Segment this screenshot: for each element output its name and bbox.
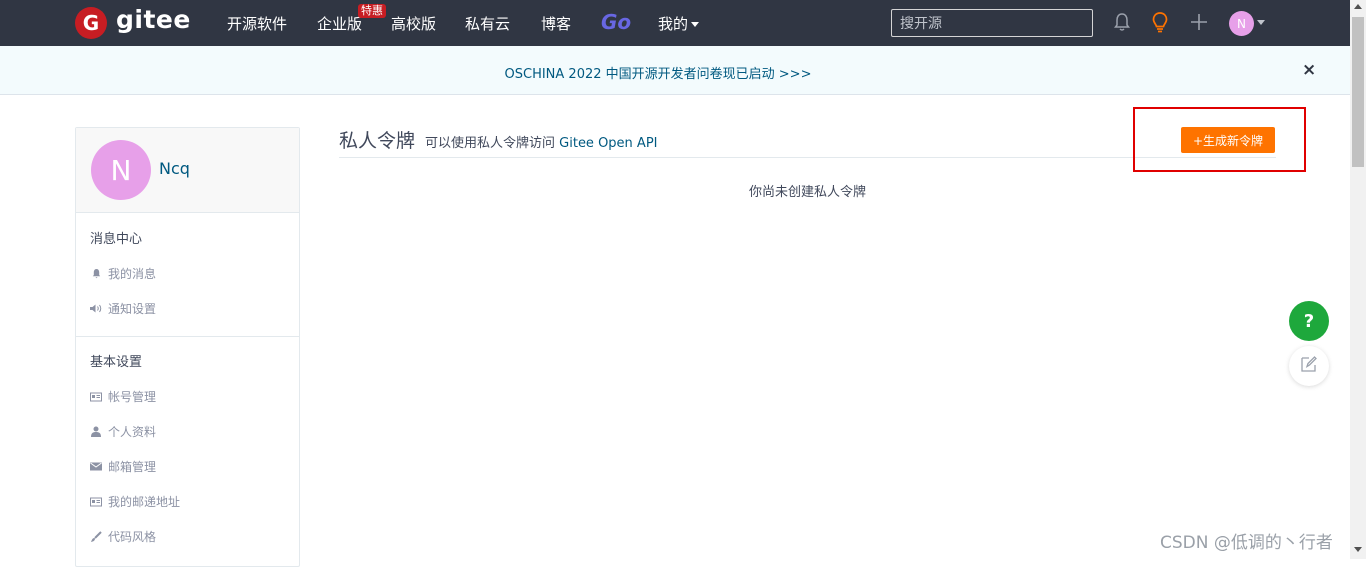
top-navbar: G gitee 开源软件 企业版 特惠 高校版 私有云 博客 Go 我的 N (0, 0, 1350, 46)
user-icon (89, 426, 103, 438)
generate-token-button[interactable]: +生成新令牌 (1181, 127, 1275, 153)
profile-avatar[interactable]: N (91, 140, 151, 200)
help-button[interactable]: ? (1289, 301, 1329, 341)
gitee-logo-text[interactable]: gitee (116, 5, 191, 34)
sidebar-item-label: 我的消息 (108, 267, 157, 281)
address-card-icon (89, 496, 103, 508)
gitee-open-api-link[interactable]: Gitee Open API (559, 136, 657, 151)
nav-private-cloud[interactable]: 私有云 (465, 13, 510, 34)
feedback-button[interactable] (1289, 346, 1329, 386)
sidebar-item-notification-settings[interactable]: 通知设置 (89, 300, 156, 317)
nav-university[interactable]: 高校版 (391, 13, 436, 34)
bell-icon (89, 268, 103, 280)
settings-sidebar: N Ncq 消息中心 我的消息 通知设置 基本设置 帐号管理 个人资料 邮箱管理 (75, 127, 300, 567)
nav-mine-dropdown[interactable]: 我的 (658, 13, 700, 34)
sidebar-item-label: 帐号管理 (108, 390, 157, 404)
scroll-down-arrow-icon[interactable] (1354, 547, 1362, 552)
scroll-up-arrow-icon[interactable] (1354, 4, 1362, 9)
sidebar-divider (76, 336, 299, 337)
profile-username[interactable]: Ncq (159, 159, 190, 178)
envelope-icon (89, 461, 103, 473)
sidebar-item-account[interactable]: 帐号管理 (89, 388, 156, 405)
nav-open-source[interactable]: 开源软件 (227, 13, 287, 34)
plus-icon[interactable] (1188, 11, 1210, 33)
sidebar-item-profile[interactable]: 个人资料 (89, 423, 156, 440)
search-input[interactable] (891, 9, 1093, 37)
page-scrollbar[interactable] (1350, 0, 1366, 559)
edit-icon (1300, 355, 1318, 377)
nav-go[interactable]: Go (601, 10, 631, 34)
sidebar-item-postal-address[interactable]: 我的邮递地址 (89, 493, 180, 510)
chevron-down-icon (691, 22, 700, 27)
sidebar-item-label: 个人资料 (108, 425, 157, 439)
section-header-basic-settings: 基本设置 (90, 355, 143, 370)
gitee-logo-icon[interactable]: G (75, 7, 107, 39)
sidebar-item-my-messages[interactable]: 我的消息 (89, 265, 156, 282)
nav-enterprise[interactable]: 企业版 (317, 13, 362, 34)
avatar-chevron-down-icon[interactable] (1257, 20, 1265, 25)
sidebar-item-code-style[interactable]: 代码风格 (89, 528, 156, 545)
enterprise-promo-badge: 特惠 (358, 4, 386, 18)
sidebar-item-label: 我的邮递地址 (108, 495, 181, 509)
csdn-watermark: CSDN @低调的丶行者 (1160, 533, 1333, 553)
close-icon[interactable]: × (1302, 60, 1316, 80)
page-description-text: 可以使用私人令牌访问 (425, 136, 556, 151)
nav-mine-label: 我的 (658, 15, 689, 33)
section-header-messages: 消息中心 (90, 232, 143, 247)
empty-state-text: 你尚未创建私人令牌 (748, 185, 866, 200)
announcement-banner: OSCHINA 2022 中国开源开发者问卷现已启动 >>> × (0, 46, 1350, 95)
lightbulb-icon[interactable] (1149, 11, 1171, 33)
speaker-icon (89, 303, 103, 315)
page-description: 可以使用私人令牌访问 Gitee Open API (425, 132, 658, 151)
user-avatar[interactable]: N (1229, 11, 1254, 36)
page-title: 私人令牌 (339, 130, 416, 152)
id-card-icon (89, 391, 103, 403)
nav-blog[interactable]: 博客 (541, 13, 571, 34)
profile-card: N Ncq (76, 128, 299, 213)
scrollbar-thumb[interactable] (1352, 17, 1364, 167)
sidebar-item-label: 邮箱管理 (108, 460, 157, 474)
sidebar-item-label: 代码风格 (108, 530, 157, 544)
paintbrush-icon (89, 530, 103, 543)
sidebar-item-label: 通知设置 (108, 302, 157, 316)
sidebar-item-email[interactable]: 邮箱管理 (89, 458, 156, 475)
announcement-link[interactable]: OSCHINA 2022 中国开源开发者问卷现已启动 >>> (0, 63, 1316, 82)
bell-icon[interactable] (1111, 11, 1133, 33)
